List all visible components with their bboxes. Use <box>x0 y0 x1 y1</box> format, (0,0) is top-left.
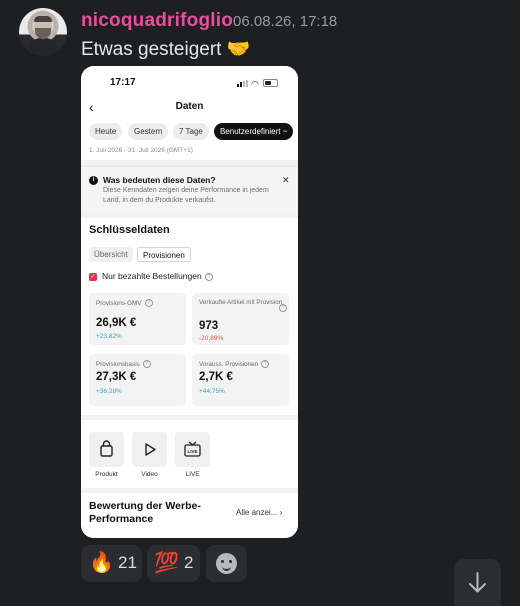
filter-chip-custom[interactable]: Benutzerdefiniert ~ <box>214 123 294 140</box>
metric-value: 26,9K € <box>96 317 137 329</box>
avatar[interactable] <box>19 8 67 56</box>
tool-label: Video <box>141 471 158 478</box>
metric-card[interactable]: Verkaufte Artikel mit Provision ? 973 -2… <box>192 293 289 345</box>
app-header: ‹ Daten <box>81 96 298 120</box>
arrow-down-icon <box>469 572 486 593</box>
section-title: Schlüsseldaten <box>89 224 170 236</box>
video-button[interactable] <box>132 432 167 467</box>
product-button[interactable] <box>89 432 124 467</box>
fire-icon: 🔥 <box>89 552 114 574</box>
close-icon[interactable]: ✕ <box>282 175 290 186</box>
tool-label: Produkt <box>95 471 118 478</box>
info-icon: i <box>89 176 98 185</box>
smiley-icon <box>216 553 237 574</box>
username[interactable]: nicoquadrifoglio <box>81 10 233 32</box>
filter-chip-yesterday[interactable]: Gestern <box>128 123 169 140</box>
reaction-fire[interactable]: 🔥 21 <box>81 545 142 582</box>
tab-commissions[interactable]: Provisionen <box>137 247 191 262</box>
metric-label: Vorauss. Provisionen? <box>199 360 283 369</box>
jump-to-bottom-button[interactable] <box>454 559 501 606</box>
help-icon: ? <box>144 299 153 307</box>
filter-chip-today[interactable]: Heute <box>89 123 123 140</box>
metric-label: Verkaufte Artikel mit Provision <box>199 299 283 306</box>
help-icon[interactable]: ? <box>279 304 287 312</box>
live-tv-icon: LIVE <box>184 441 201 457</box>
checkbox-label: Nur bezahlte Bestellungen? <box>102 271 213 281</box>
add-reaction-button[interactable] <box>206 545 247 582</box>
live-button[interactable]: LIVE <box>175 432 210 467</box>
metric-change: +23,82% <box>96 333 122 340</box>
metric-value: 27,3K € <box>96 371 137 383</box>
date-filter-bar: Heute Gestern 7 Tage Benutzerdefiniert ~… <box>81 120 298 160</box>
tools-row: Produkt Video LIVE LIVE <box>81 420 298 488</box>
help-icon: ? <box>261 360 270 368</box>
metric-value: 973 <box>199 320 219 332</box>
reaction-count: 21 <box>118 553 137 572</box>
rating-section: Bewertung der Werbe-Performance Alle anz… <box>81 493 298 538</box>
chevron-right-icon: › <box>279 508 283 517</box>
wifi-icon: ◠ <box>251 79 259 89</box>
reaction-hundred[interactable]: 💯 2 <box>147 545 200 582</box>
status-time: 17:17 <box>110 77 136 88</box>
metric-value: 2,7K € <box>199 371 233 383</box>
info-description: Diese Kenndaten zeigen deine Performance… <box>103 187 269 204</box>
shopping-bag-icon <box>100 440 113 457</box>
tool-label: LIVE <box>185 471 200 478</box>
attached-screenshot[interactable]: 17:17 ◠ ‹ Daten Heute Gestern 7 Tage Ben… <box>81 66 298 538</box>
page-title: Daten <box>175 101 204 112</box>
help-icon: ? <box>142 360 151 368</box>
battery-icon <box>263 79 278 87</box>
svg-text:LIVE: LIVE <box>187 449 197 454</box>
metric-label: Provisions-GMV? <box>96 299 180 308</box>
info-banner: i Was bedeuten diese Daten? Diese Kennda… <box>81 166 298 213</box>
rating-title: Bewertung der Werbe-Performance <box>89 500 201 525</box>
hundred-points-icon: 💯 <box>154 552 179 574</box>
info-heading: Was bedeuten diese Daten? <box>103 175 216 185</box>
date-range: 1. Juli 2026 - 31. Juli 2026 (GMT+1) <box>89 147 193 154</box>
metric-card[interactable]: Provisionsbasis? 27,3K € +36,28% <box>89 354 186 406</box>
status-bar: 17:17 ◠ <box>81 66 298 98</box>
metric-change: +36,28% <box>96 388 122 395</box>
chat-message: nicoquadrifoglio 06.08.26, 17:18 Etwas g… <box>0 0 520 606</box>
play-icon <box>145 443 156 456</box>
metric-card[interactable]: Provisions-GMV? 26,9K € +23,82% <box>89 293 186 345</box>
metric-card[interactable]: Vorauss. Provisionen? 2,7K € +44,75% <box>192 354 289 406</box>
metric-change: +44,75% <box>199 388 225 395</box>
metric-label: Provisionsbasis? <box>96 360 180 369</box>
key-data-section: Schlüsseldaten Übersicht Provisionen ✓ N… <box>81 218 298 415</box>
show-all-link[interactable]: Alle anzei... › <box>236 508 282 517</box>
reaction-count: 2 <box>184 553 194 572</box>
message-timestamp: 06.08.26, 17:18 <box>233 13 338 30</box>
tab-overview[interactable]: Übersicht <box>89 247 133 262</box>
metric-change: -20,89% <box>199 335 224 342</box>
filter-chip-7days[interactable]: 7 Tage <box>173 123 209 140</box>
message-text: Etwas gesteigert 🤝 <box>81 39 251 60</box>
paid-orders-checkbox[interactable]: ✓ <box>89 273 97 281</box>
signal-icon <box>237 80 249 87</box>
help-icon[interactable]: ? <box>204 273 213 281</box>
